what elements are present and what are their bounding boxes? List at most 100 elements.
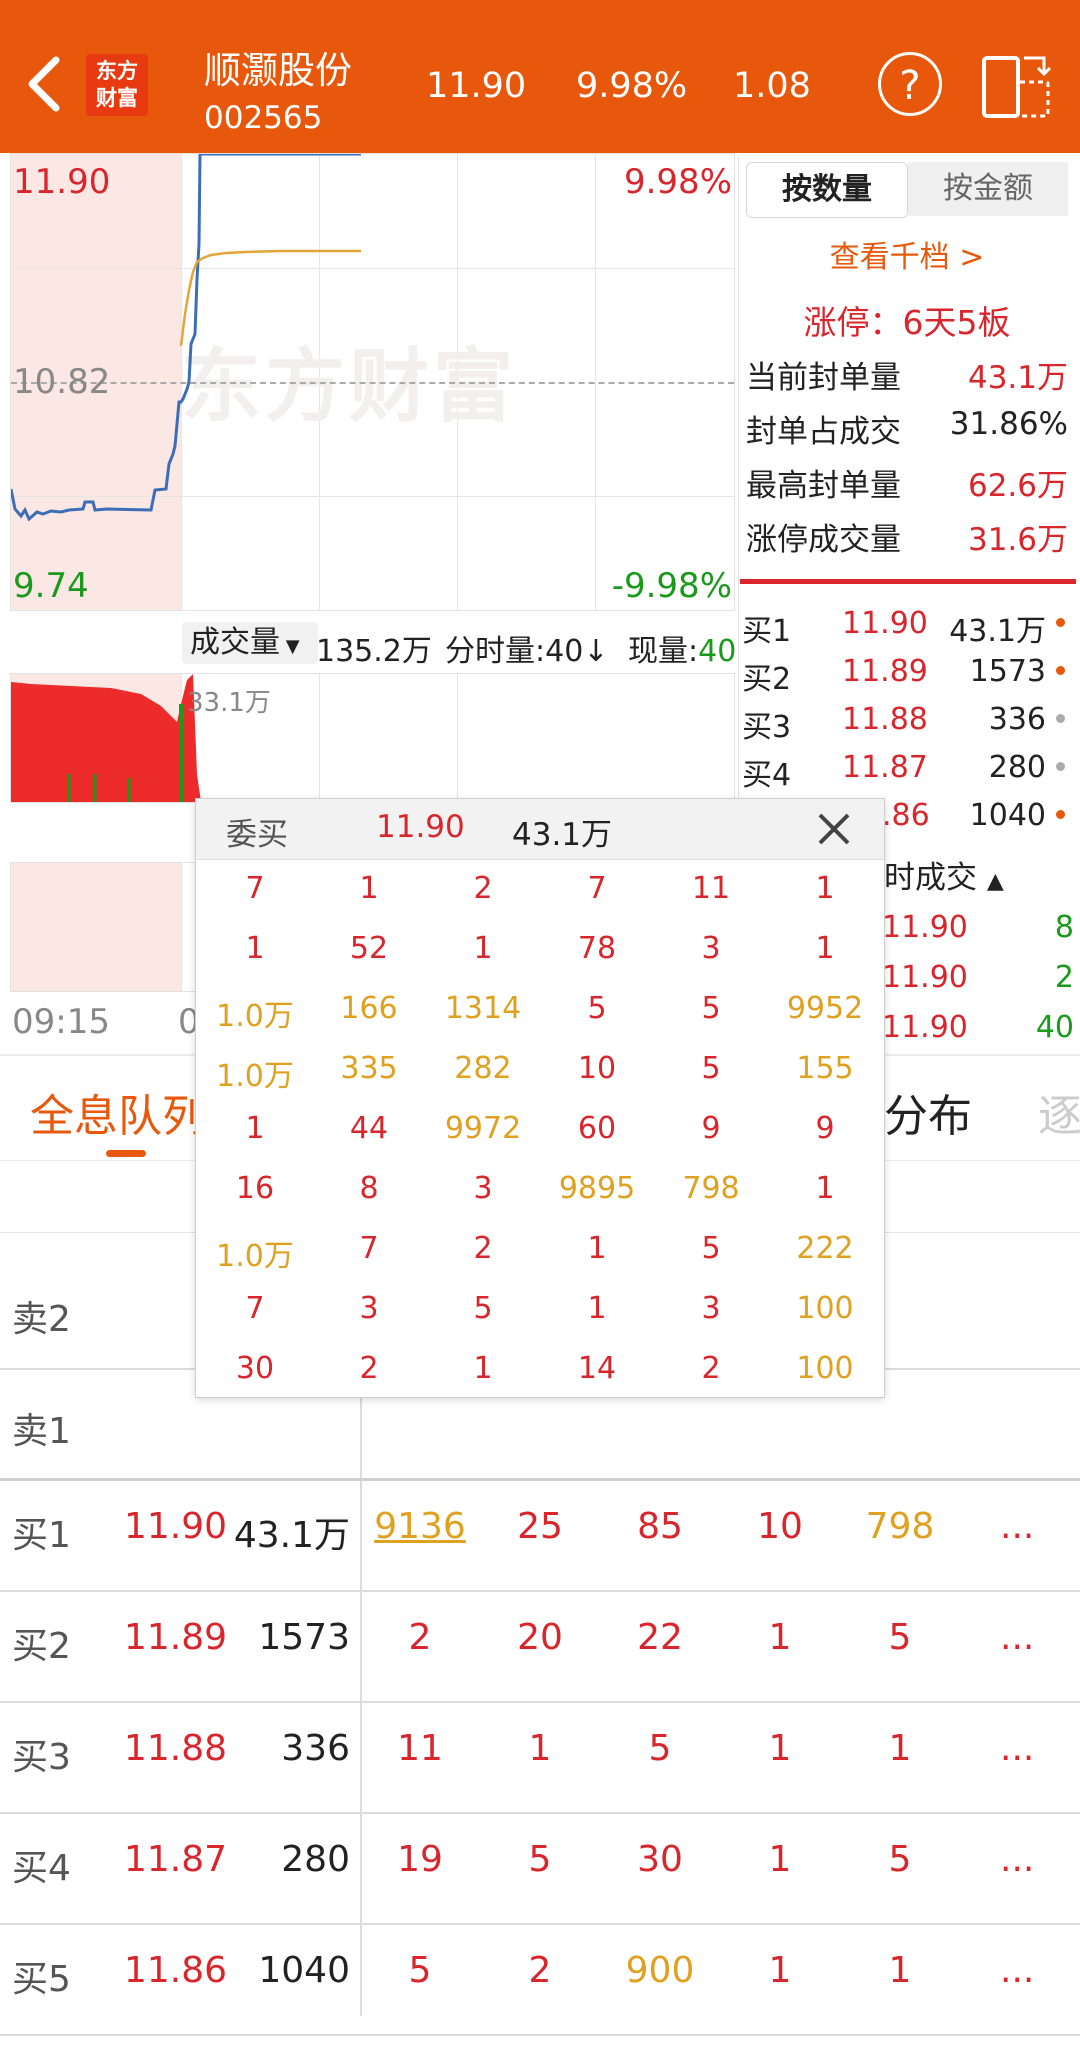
volume-peak: 33.1万 <box>187 688 271 718</box>
close-icon[interactable] <box>816 811 852 847</box>
buy-row-order: 11 <box>397 1728 443 1769</box>
popup-order-cell: 1 <box>473 931 493 966</box>
bid-label: 买4 <box>742 758 792 793</box>
popup-order-cell: 335 <box>340 1051 398 1086</box>
popup-order-cell: 222 <box>796 1231 854 1266</box>
popup-order-cell: 5 <box>701 991 721 1026</box>
price-line <box>11 154 361 522</box>
bid-price: 11.88 <box>842 702 928 737</box>
bid-label: 买2 <box>742 662 792 697</box>
popup-order-cell: 1 <box>587 1231 607 1266</box>
popup-order-cell: 155 <box>796 1051 854 1086</box>
popup-order-cell: 52 <box>349 931 389 966</box>
tab-distribution[interactable]: 分布 <box>884 1080 972 1144</box>
order-queue-popup: 委买 11.90 43.1万 7 1 2 7 11 1 1 52 1 78 3 1 1.0万 166 131… <box>195 798 885 1398</box>
popup-order-cell: 10 <box>577 1051 617 1086</box>
row-divider <box>0 1812 1080 1814</box>
buy-row-order: 85 <box>637 1506 683 1547</box>
rotate-screen-icon[interactable] <box>980 52 1052 120</box>
tab-full-queue[interactable]: 全息队列 <box>30 1080 206 1144</box>
buy-row-order: 20 <box>517 1617 563 1658</box>
popup-order-cell: 9972 <box>444 1111 522 1146</box>
stat-row: 封单占成交 31.86% <box>746 406 1068 450</box>
bid-qty: 336 <box>988 702 1046 737</box>
buy-row-order: 5 <box>408 1950 432 1991</box>
trade-price: 11.90 <box>882 960 968 995</box>
popup-order-cell: 16 <box>235 1171 275 1206</box>
buy-row-price: 11.86 <box>124 1950 228 1991</box>
buy-row-order: 22 <box>637 1617 683 1658</box>
bid-price: 11.89 <box>842 654 928 689</box>
trade-volume: 8 <box>1054 910 1074 945</box>
volume-chart: 33.1万 <box>10 673 735 803</box>
buy-row-label: 买4 <box>12 1848 71 1889</box>
popup-order-cell: 9952 <box>786 991 864 1026</box>
popup-order-cell: 14 <box>577 1351 617 1386</box>
bid-dot <box>1056 618 1065 627</box>
trade-price: 11.90 <box>882 1010 968 1045</box>
buy-row-order: 25 <box>517 1506 563 1547</box>
price-mid: 10.82 <box>13 362 111 402</box>
popup-order-cell: 44 <box>349 1111 389 1146</box>
help-icon[interactable]: ? <box>878 52 942 116</box>
bid-label: 买3 <box>742 710 792 745</box>
min-volume: 分时量:40↓ <box>445 634 609 669</box>
sell-row-label: 卖2 <box>12 1299 71 1340</box>
buy-row-qty: 280 <box>281 1839 350 1880</box>
intraday-chart[interactable]: 东方财富 11.90 9.98% 10.82 9.74 -9.98% <box>10 153 735 611</box>
popup-header: 委买 11.90 43.1万 <box>196 799 884 860</box>
popup-order-cell: 1314 <box>444 991 522 1026</box>
tab-next[interactable]: 逐 <box>1038 1080 1080 1144</box>
buy-row-order: 19 <box>397 1839 443 1880</box>
buy-row-order[interactable]: 9136 <box>360 1506 480 1547</box>
buy-row-order: 1 <box>768 1950 792 1991</box>
popup-order-cell: 798 <box>682 1171 740 1206</box>
pct-high: 9.98% <box>623 162 732 202</box>
popup-order-cell: 7 <box>359 1231 379 1266</box>
popup-order-cell: 3 <box>473 1171 493 1206</box>
bid-price: 11.87 <box>842 750 928 785</box>
sell-row-label: 卖1 <box>12 1411 71 1452</box>
time-start: 09:15 <box>12 1002 110 1042</box>
popup-order-cell: 78 <box>577 931 617 966</box>
popup-order-cell: 9895 <box>558 1171 636 1206</box>
buy-row-order: 1 <box>528 1728 552 1769</box>
stock-code: 002565 <box>204 100 323 136</box>
header-change-pct: 9.98% <box>576 66 688 106</box>
buy-row-qty: 1040 <box>258 1950 350 1991</box>
popup-order-cell: 2 <box>359 1351 379 1386</box>
back-arrow-icon[interactable] <box>22 52 66 116</box>
buy-row-price: 11.87 <box>124 1839 228 1880</box>
buy-row-order: 1 <box>888 1728 912 1769</box>
buy-row-more: ... <box>1000 1617 1035 1658</box>
volume-total: 135.2万 <box>316 634 432 669</box>
popup-order-cell: 1 <box>473 1351 493 1386</box>
tab-by-amount[interactable]: 按金额 <box>908 162 1068 216</box>
popup-qty: 43.1万 <box>512 817 613 853</box>
buy-row-order: 1 <box>768 1617 792 1658</box>
popup-order-cell: 1 <box>815 931 835 966</box>
tab-by-quantity[interactable]: 按数量 <box>746 162 908 218</box>
popup-order-cell: 3 <box>359 1291 379 1326</box>
bid-price: .86 <box>882 798 930 833</box>
bid-dot <box>1056 666 1065 675</box>
buy-row-more: ... <box>1000 1728 1035 1769</box>
stat-row: 当前封单量 43.1万 <box>746 360 1068 396</box>
popup-order-cell: 1 <box>245 931 265 966</box>
app-logo: 东方 财富 <box>86 54 148 116</box>
buy-row-more: ... <box>1000 1950 1035 1991</box>
buy-row-order: 5 <box>528 1839 552 1880</box>
volume-type-select[interactable]: 成交量 ▼ <box>182 622 318 664</box>
buy-row-price: 11.90 <box>124 1506 228 1547</box>
row-divider <box>0 1923 1080 1925</box>
bid-qty: 1573 <box>969 654 1046 689</box>
buy-row-qty: 336 <box>281 1728 350 1769</box>
limit-up-status: 涨停：6天5板 <box>803 303 1011 342</box>
trades-header[interactable]: 时成交 ▲ <box>884 852 1004 897</box>
buy-row-order: 2 <box>528 1950 552 1991</box>
popup-order-cell: 282 <box>454 1051 512 1086</box>
stat-row: 最高封单量 62.6万 <box>746 468 1068 504</box>
bid-label: 买1 <box>742 614 792 649</box>
view-levels-link[interactable]: 查看千档 > <box>746 232 1068 276</box>
stat-row: 涨停成交量 31.6万 <box>746 522 1068 558</box>
